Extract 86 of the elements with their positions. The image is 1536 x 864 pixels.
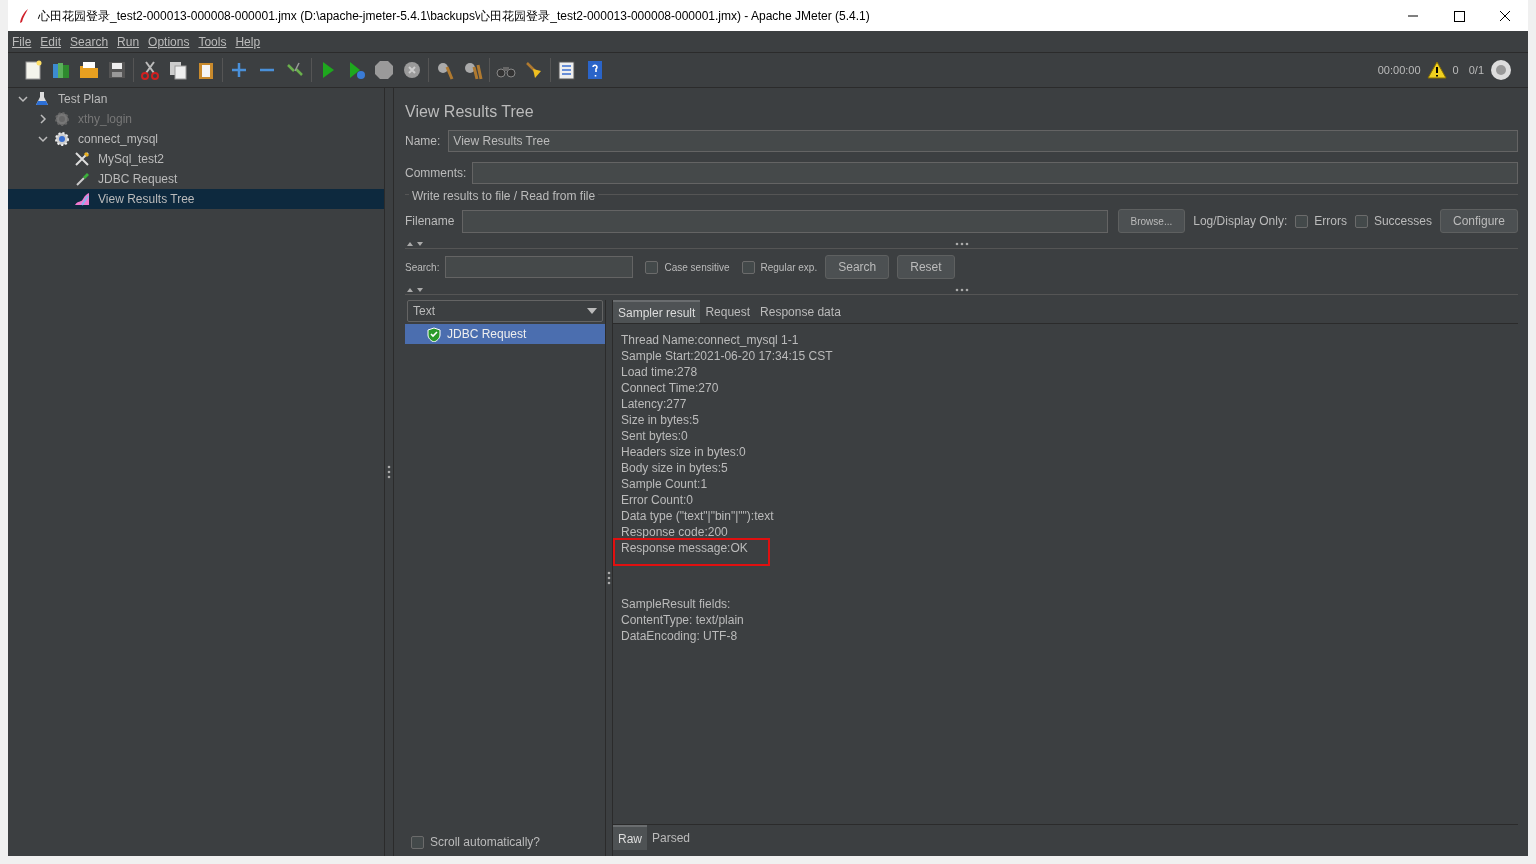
gear-icon — [54, 131, 70, 147]
warning-icon[interactable] — [1426, 61, 1447, 79]
new-file-icon[interactable] — [22, 59, 44, 81]
result-line: Size in bytes:5 — [621, 412, 700, 428]
reset-button[interactable]: Reset — [897, 255, 955, 279]
result-line: Load time:278 — [621, 364, 698, 380]
thread-status-icon[interactable] — [1490, 59, 1512, 81]
result-line: Latency:277 — [621, 396, 687, 412]
tree-item[interactable]: MySql_test2 — [8, 149, 384, 169]
save-icon[interactable] — [106, 59, 128, 81]
menu-item[interactable]: Tools — [198, 32, 227, 51]
feather-icon — [18, 7, 30, 24]
field-label: Search: — [405, 260, 440, 275]
checkbox[interactable]: Regular exp. — [741, 259, 818, 275]
split-handle-icon[interactable] — [954, 241, 969, 246]
thread-count: 0/1 — [1468, 62, 1484, 78]
scissors-icon[interactable] — [139, 59, 161, 81]
result-line: Error Count:0 — [621, 492, 694, 508]
menu-item[interactable]: Run — [117, 32, 140, 51]
name-field[interactable]: View Results Tree — [448, 130, 1518, 152]
menu-item[interactable]: Help — [235, 32, 261, 51]
result-line: Sent bytes:0 — [621, 428, 688, 444]
copy-icon[interactable] — [167, 59, 189, 81]
tab[interactable]: Sampler result — [613, 300, 701, 323]
renderer-dropdown[interactable]: Text — [407, 300, 603, 322]
flask-icon — [34, 91, 50, 107]
menu-item[interactable]: Edit — [40, 32, 62, 51]
tree-item[interactable]: JDBC Request — [8, 169, 384, 189]
tab[interactable]: Request — [700, 300, 756, 323]
field-label: Name: — [405, 133, 441, 150]
panel-title: View Results Tree — [404, 102, 535, 122]
checkbox[interactable]: Scroll automatically? — [411, 833, 541, 851]
field-label: Log/Display Only: — [1193, 213, 1288, 230]
stop-icon[interactable] — [401, 59, 423, 81]
stop-icon[interactable] — [373, 59, 395, 81]
result-line: SampleResult fields: — [621, 596, 732, 612]
elapsed-time: 00:00:00 — [1377, 62, 1421, 78]
menu-item[interactable]: Search — [70, 32, 109, 51]
checkbox[interactable]: Case sensitive — [645, 259, 730, 275]
field-label: Comments: — [405, 165, 467, 182]
menu-item[interactable]: File — [12, 32, 32, 51]
warning-count: 0 — [1452, 62, 1459, 78]
filename-field[interactable] — [462, 209, 1108, 233]
tab[interactable]: Raw — [613, 825, 647, 850]
tab[interactable]: Response data — [755, 300, 846, 323]
result-line: ContentType: text/plain — [621, 612, 745, 628]
browse-button[interactable]: Browse... — [1117, 209, 1186, 233]
tree-item[interactable]: connect_mysql — [8, 129, 384, 149]
chevron-down-icon[interactable] — [18, 94, 28, 104]
split-handle-icon[interactable] — [387, 465, 391, 479]
collapse-arrows-icon[interactable] — [405, 285, 425, 294]
tab[interactable]: Parsed — [647, 825, 696, 850]
menu-item[interactable]: Options — [148, 32, 190, 51]
comments-field[interactable] — [472, 162, 1518, 184]
list-icon[interactable] — [556, 59, 578, 81]
search-field[interactable] — [445, 256, 634, 278]
search-button[interactable]: Search — [825, 255, 890, 279]
result-line: Response message:OK — [615, 540, 768, 564]
folder-icon[interactable] — [78, 59, 100, 81]
field-label: Filename — [405, 213, 455, 230]
result-line: Connect Time:270 — [621, 380, 719, 396]
dropdown-caret-icon — [587, 308, 597, 314]
checkbox[interactable]: Successes — [1354, 212, 1432, 230]
collapse-arrows-icon[interactable] — [405, 239, 425, 248]
result-line: Thread Name:connect_mysql 1-1 — [621, 332, 799, 348]
pipette-icon — [74, 171, 90, 187]
result-item[interactable]: JDBC Request — [405, 324, 605, 344]
shield-check-icon — [427, 326, 441, 342]
checkbox[interactable]: Errors — [1295, 212, 1347, 230]
chevron-down-icon[interactable] — [38, 134, 48, 144]
window-title: 心田花园登录_test2-000013-000008-000001.jmx (D:\apache-jmeter-5.4.1\backups\心田花园登录_test2-000013-000008-000001.jmx) - Apache JMeter (5.4.1) — [38, 7, 870, 25]
gear-icon — [54, 111, 70, 127]
configure-button[interactable]: Configure — [1439, 209, 1518, 233]
tree-item[interactable]: Test Plan — [8, 89, 384, 109]
result-line: Data type ("text"|"bin"|""):text — [621, 508, 774, 524]
result-line: Sample Count:1 — [621, 476, 708, 492]
wrench-screwdriver-icon — [74, 151, 90, 167]
chart-icon — [74, 191, 90, 207]
result-line: Body size in bytes:5 — [621, 460, 728, 476]
result-line: DataEncoding: UTF-8 — [621, 628, 739, 644]
split-handle-icon[interactable] — [607, 571, 611, 585]
result-line: Headers size in bytes:0 — [621, 444, 746, 460]
result-line: Sample Start:2021-06-20 17:34:15 CST — [621, 348, 833, 364]
result-line: Response code:200 — [621, 524, 728, 540]
split-handle-icon[interactable] — [954, 287, 969, 292]
tree-item[interactable]: View Results Tree — [8, 189, 384, 209]
